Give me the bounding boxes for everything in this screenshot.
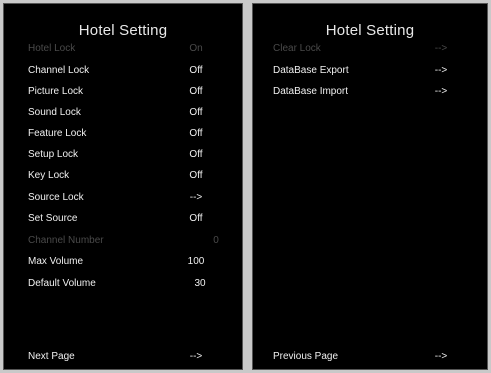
menu-value: Off (189, 107, 203, 118)
arrow-icon: --> (434, 351, 448, 362)
menu-value: Off (189, 86, 203, 97)
panel-title: Hotel Setting (78, 22, 168, 39)
menu-value: Off (189, 65, 203, 76)
hotel-setting-panel-page-2: Hotel Setting Clear Lock --> DataBase Ex… (252, 3, 488, 370)
menu-row-set-source[interactable]: Set Source Off (4, 209, 242, 229)
menu-row-clear-lock[interactable]: Clear Lock --> (253, 39, 487, 59)
menu-row-sound-lock[interactable]: Sound Lock Off (4, 103, 242, 123)
menu-label: Channel Lock (28, 65, 90, 76)
menu-label: DataBase Import (273, 86, 349, 97)
menu-value: On (189, 43, 203, 54)
next-page-button[interactable]: Next Page --> (4, 347, 242, 367)
menu-row-picture-lock[interactable]: Picture Lock Off (4, 82, 242, 102)
menu-label: Clear Lock (273, 43, 321, 54)
menu-label: Feature Lock (28, 128, 87, 139)
menu-label: Next Page (28, 351, 75, 362)
menu-label: Setup Lock (28, 149, 79, 160)
menu-label: Source Lock (28, 192, 84, 203)
menu-label: Channel Number (28, 235, 104, 246)
menu-value: 0 (213, 235, 219, 246)
previous-page-button[interactable]: Previous Page --> (253, 347, 487, 367)
menu-label: Default Volume (28, 278, 96, 289)
hotel-setting-panel-page-1: Hotel Setting Hotel Lock On Channel Lock… (3, 3, 243, 370)
menu-row-key-lock[interactable]: Key Lock Off (4, 166, 242, 186)
menu-row-feature-lock[interactable]: Feature Lock Off (4, 124, 242, 144)
arrow-icon: --> (434, 86, 448, 97)
menu-label: Max Volume (28, 256, 84, 267)
panel-title: Hotel Setting (325, 22, 415, 39)
menu-value: Off (189, 170, 203, 181)
menu-value: Off (189, 128, 203, 139)
arrow-icon: --> (434, 65, 448, 76)
menu-value: 100 (187, 256, 205, 267)
menu-row-channel-number[interactable]: Channel Number 0 (4, 231, 242, 251)
menu-label: Sound Lock (28, 107, 81, 118)
menu-row-database-export[interactable]: DataBase Export --> (253, 61, 487, 81)
menu-label: Previous Page (273, 351, 339, 362)
menu-value: Off (189, 213, 203, 224)
menu-value: Off (189, 149, 203, 160)
menu-label: Picture Lock (28, 86, 84, 97)
menu-row-default-volume[interactable]: Default Volume 30 (4, 274, 242, 294)
menu-label: Set Source (28, 213, 78, 224)
menu-label: Key Lock (28, 170, 70, 181)
menu-label: Hotel Lock (28, 43, 76, 54)
menu-row-database-import[interactable]: DataBase Import --> (253, 82, 487, 102)
menu-row-setup-lock[interactable]: Setup Lock Off (4, 145, 242, 165)
menu-label: DataBase Export (273, 65, 349, 76)
menu-value: 30 (194, 278, 206, 289)
arrow-icon: --> (434, 43, 448, 54)
menu-value: --> (189, 192, 203, 203)
menu-row-hotel-lock[interactable]: Hotel Lock On (4, 39, 242, 59)
menu-row-channel-lock[interactable]: Channel Lock Off (4, 61, 242, 81)
menu-row-source-lock[interactable]: Source Lock --> (4, 188, 242, 208)
menu-row-max-volume[interactable]: Max Volume 100 (4, 252, 242, 272)
arrow-icon: --> (189, 351, 203, 362)
